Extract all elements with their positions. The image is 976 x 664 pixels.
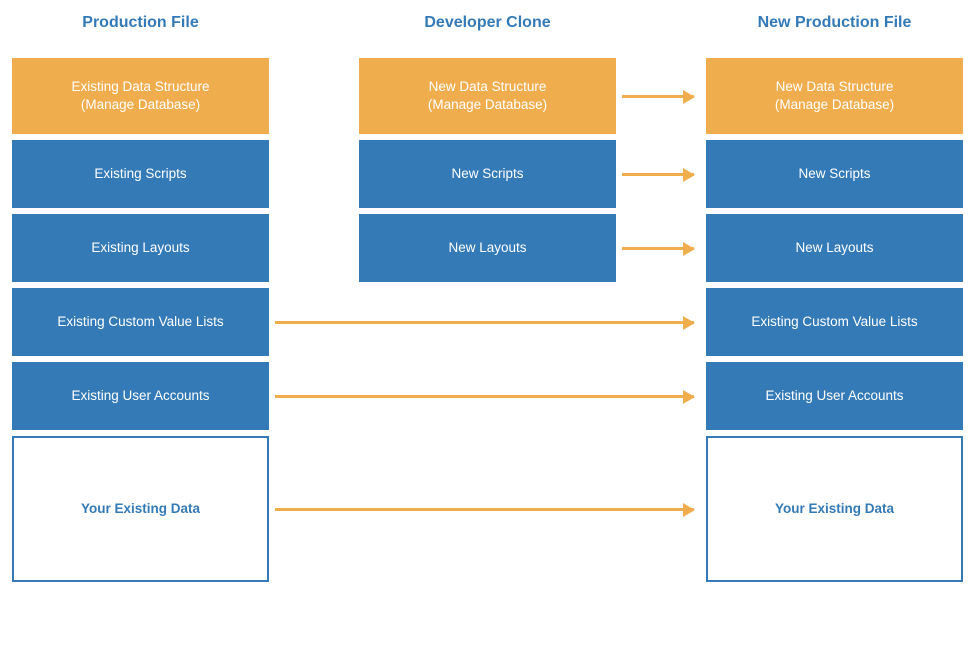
header-production: Production File	[12, 8, 269, 38]
text-line: New Data Structure	[429, 79, 547, 94]
box-new-scripts: New Scripts	[706, 140, 963, 208]
box-new-accounts: Existing User Accounts	[706, 362, 963, 430]
box-prod-scripts: Existing Scripts	[12, 140, 269, 208]
text-line: New Scripts	[451, 165, 523, 183]
arrow-icon	[622, 247, 694, 250]
box-clone-scripts: New Scripts	[359, 140, 616, 208]
arrow-icon	[275, 508, 694, 511]
column-production: Existing Data Structure (Manage Database…	[12, 58, 269, 588]
text-line: Your Existing Data	[775, 500, 894, 518]
text-line: (Manage Database)	[775, 97, 894, 112]
box-prod-layouts: Existing Layouts	[12, 214, 269, 282]
text-line: Existing User Accounts	[765, 387, 903, 405]
text-line: Existing Layouts	[91, 239, 189, 257]
arrow-icon	[622, 95, 694, 98]
text-line: Existing Custom Value Lists	[57, 313, 223, 331]
arrow-icon	[275, 395, 694, 398]
text-line: New Layouts	[795, 239, 873, 257]
header-newprod: New Production File	[706, 8, 963, 38]
box-prod-accounts: Existing User Accounts	[12, 362, 269, 430]
text-line: Existing Scripts	[94, 165, 186, 183]
box-new-data: Your Existing Data	[706, 436, 963, 582]
box-new-cvl: Existing Custom Value Lists	[706, 288, 963, 356]
text-line: Existing User Accounts	[71, 387, 209, 405]
text-line: New Data Structure	[776, 79, 894, 94]
header-clone: Developer Clone	[359, 8, 616, 38]
box-new-structure: New Data Structure (Manage Database)	[706, 58, 963, 134]
box-prod-structure: Existing Data Structure (Manage Database…	[12, 58, 269, 134]
text-line: Existing Data Structure	[71, 79, 209, 94]
text-line: (Manage Database)	[428, 97, 547, 112]
column-headers: Production File Developer Clone New Prod…	[12, 8, 964, 38]
text-line: Existing Custom Value Lists	[751, 313, 917, 331]
arrow-icon	[275, 321, 694, 324]
arrow-icon	[622, 173, 694, 176]
box-prod-cvl: Existing Custom Value Lists	[12, 288, 269, 356]
box-clone-layouts: New Layouts	[359, 214, 616, 282]
text-line: (Manage Database)	[81, 97, 200, 112]
text-line: Your Existing Data	[81, 500, 200, 518]
column-newprod: New Data Structure (Manage Database) New…	[706, 58, 963, 588]
column-clone: New Data Structure (Manage Database) New…	[359, 58, 616, 288]
text-line: New Scripts	[798, 165, 870, 183]
box-new-layouts: New Layouts	[706, 214, 963, 282]
box-clone-structure: New Data Structure (Manage Database)	[359, 58, 616, 134]
text-line: New Layouts	[448, 239, 526, 257]
box-prod-data: Your Existing Data	[12, 436, 269, 582]
